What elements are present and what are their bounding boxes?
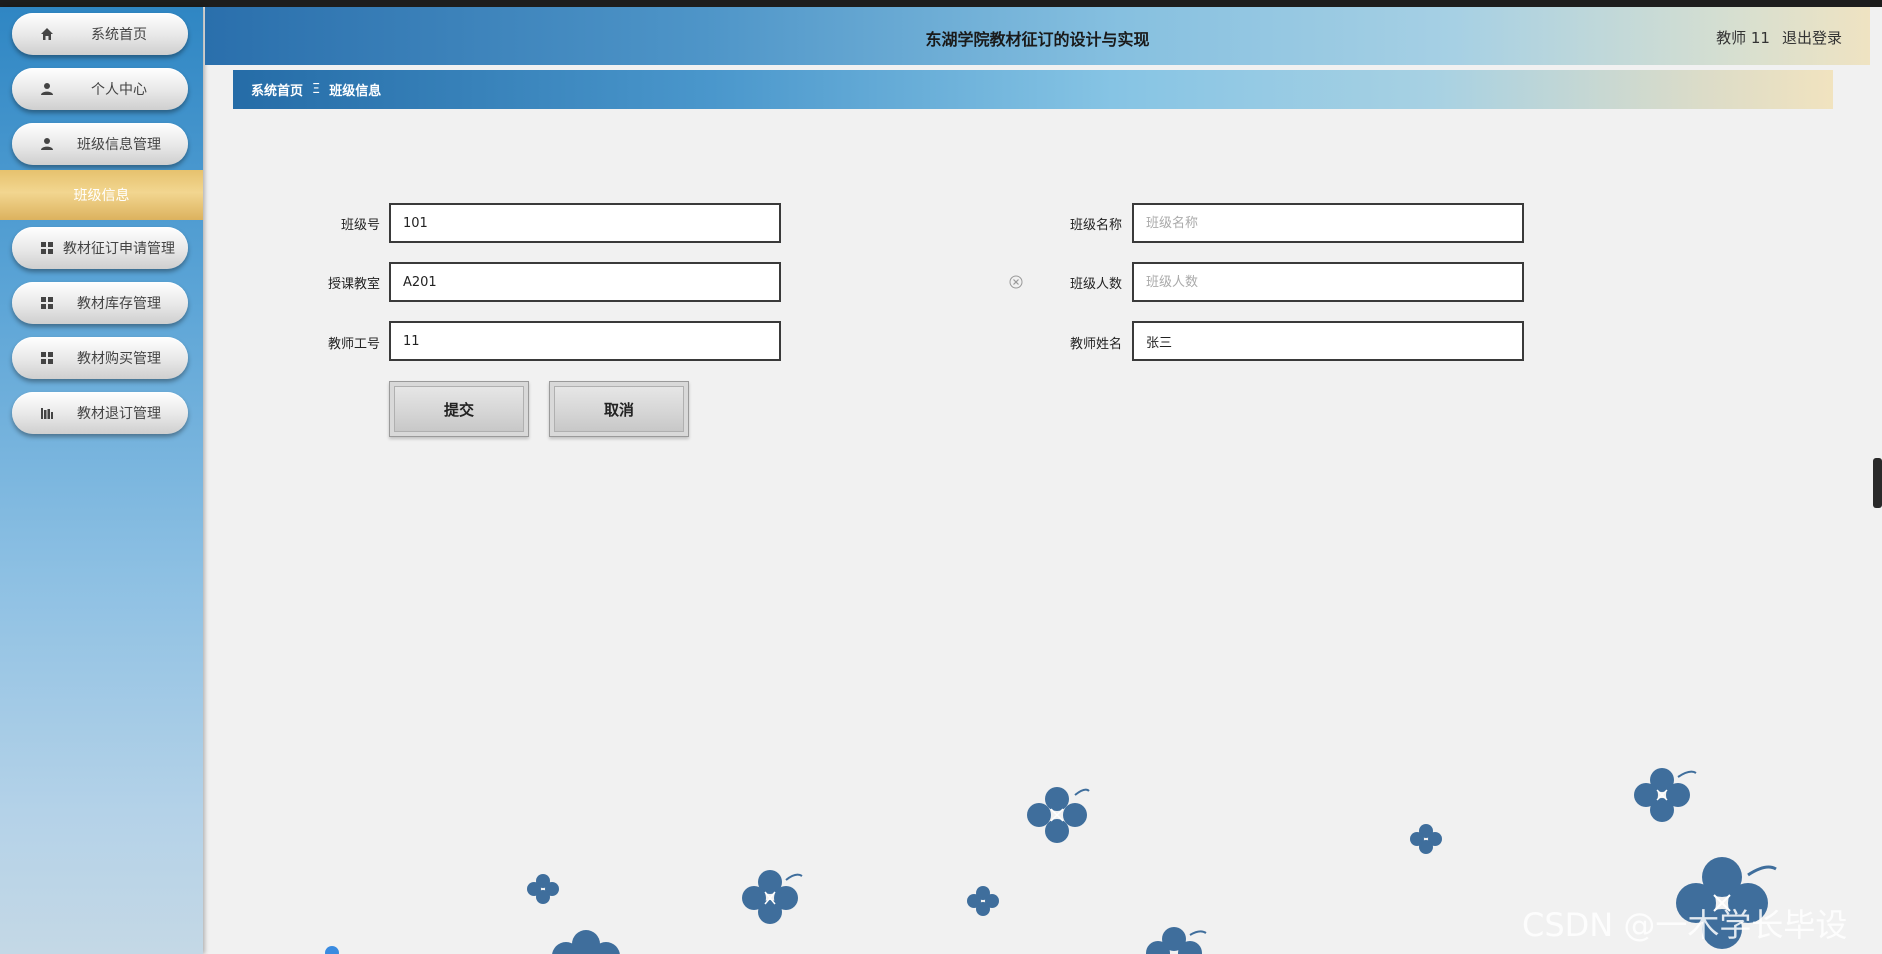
- user-icon: [38, 135, 56, 153]
- grid-icon: [38, 239, 56, 257]
- top-header: 东湖学院教材征订的设计与实现 教师 11 退出登录: [205, 7, 1870, 65]
- flower-decoration: [527, 874, 559, 904]
- submit-button[interactable]: 提交: [389, 381, 529, 437]
- sidebar-item-label: 教材库存管理: [77, 296, 161, 312]
- class-no-label: 班级号: [340, 218, 380, 233]
- teacher-name-label: 教师姓名: [1069, 337, 1122, 352]
- window-top-strip: [0, 0, 1882, 7]
- sidebar: 系统首页 个人中心 班级信息管理 班级信息 教材征订申请管理 教材库存管理 教材…: [0, 7, 203, 954]
- scrollbar-thumb[interactable]: [1873, 458, 1882, 508]
- watermark: CSDN @一木学长毕设: [1522, 906, 1848, 944]
- grid-icon: [38, 294, 56, 312]
- app-title: 东湖学院教材征订的设计与实现: [925, 30, 1150, 49]
- sidebar-item-purchase[interactable]: 教材购买管理: [12, 337, 188, 379]
- sidebar-item-label: 教材购买管理: [77, 351, 161, 367]
- sidebar-item-unsubscribe[interactable]: 教材退订管理: [12, 392, 188, 434]
- breadcrumb: 系统首页 Ξ 班级信息: [233, 70, 1833, 109]
- sidebar-item-label: 系统首页: [91, 27, 147, 43]
- flower-decoration: [967, 886, 999, 916]
- sidebar-item-inventory[interactable]: 教材库存管理: [12, 282, 188, 324]
- grid-icon: [38, 349, 56, 367]
- class-name-label: 班级名称: [1069, 218, 1122, 233]
- teacher-id-label: 教师工号: [327, 337, 380, 352]
- user-icon: [38, 80, 56, 98]
- class-size-label: 班级人数: [1069, 277, 1122, 292]
- teacher-name-input[interactable]: [1132, 321, 1524, 361]
- class-size-input[interactable]: [1132, 262, 1524, 302]
- class-name-input[interactable]: [1132, 203, 1524, 243]
- flower-decoration: [1146, 927, 1207, 954]
- sidebar-item-label: 教材退订管理: [77, 406, 161, 422]
- teacher-id-input[interactable]: [389, 321, 781, 361]
- classroom-input[interactable]: [389, 262, 781, 302]
- bar-chart-icon: [38, 404, 56, 422]
- logout-link[interactable]: 退出登录: [1782, 27, 1842, 48]
- sidebar-item-label: 个人中心: [91, 82, 147, 98]
- cursor-indicator: [325, 946, 339, 954]
- classroom-label: 授课教室: [327, 277, 380, 292]
- breadcrumb-home[interactable]: 系统首页: [251, 80, 303, 99]
- sidebar-item-profile[interactable]: 个人中心: [12, 68, 188, 110]
- clear-icon[interactable]: [1009, 274, 1023, 289]
- flower-decoration: [1410, 824, 1442, 854]
- flower-decoration: [1027, 787, 1090, 843]
- sidebar-subitem-class-info[interactable]: 班级信息: [0, 170, 203, 220]
- class-no-input[interactable]: [389, 203, 781, 243]
- sidebar-item-order-application[interactable]: 教材征订申请管理: [12, 227, 188, 269]
- cancel-button[interactable]: 取消: [549, 381, 689, 437]
- sidebar-item-home[interactable]: 系统首页: [12, 13, 188, 55]
- flower-decoration: [552, 930, 620, 954]
- breadcrumb-separator: Ξ: [312, 82, 321, 97]
- sidebar-item-class-management[interactable]: 班级信息管理: [12, 123, 188, 165]
- sidebar-item-label: 教材征订申请管理: [63, 241, 175, 257]
- current-user: 教师 11: [1716, 29, 1770, 47]
- user-area: 教师 11 退出登录: [1716, 27, 1842, 48]
- home-icon: [38, 25, 56, 43]
- breadcrumb-current: 班级信息: [329, 84, 382, 99]
- flower-decoration: [1634, 768, 1697, 822]
- sidebar-item-label: 班级信息管理: [77, 137, 161, 153]
- flower-decoration: [742, 870, 803, 924]
